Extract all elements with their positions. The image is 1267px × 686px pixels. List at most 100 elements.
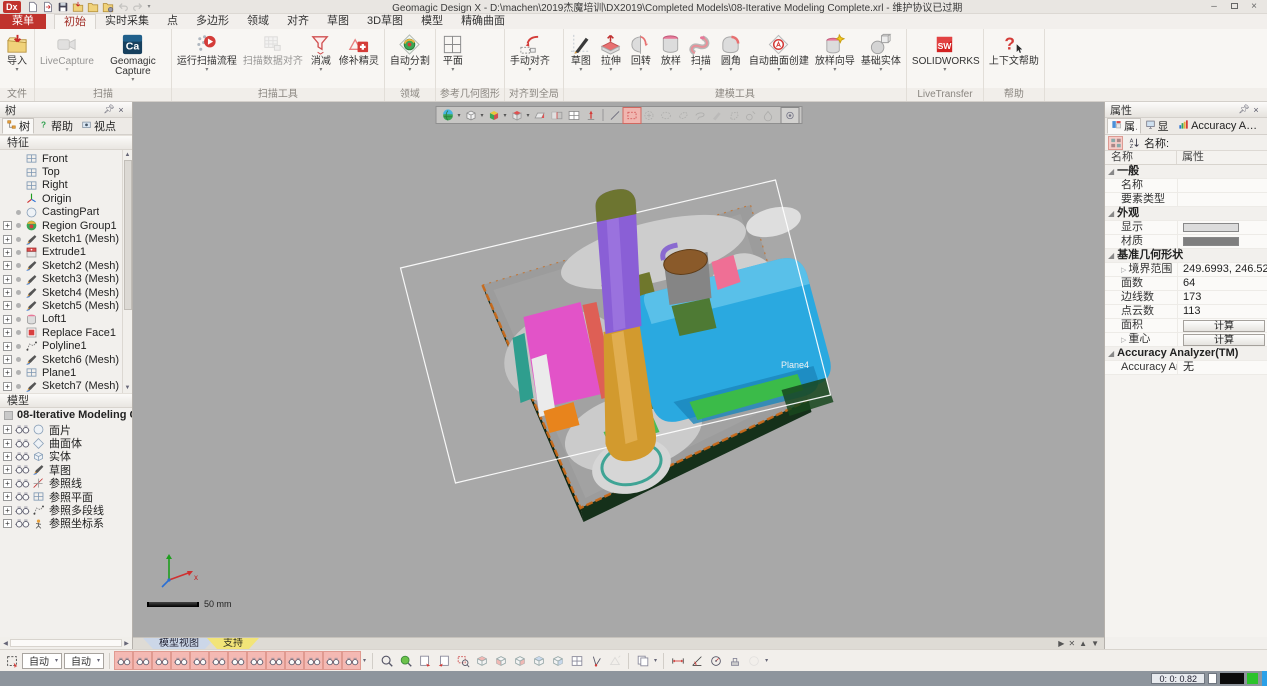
- next-tab-icon[interactable]: ▶: [1058, 638, 1064, 650]
- new-document-button[interactable]: [26, 0, 40, 13]
- expand-icon[interactable]: +: [3, 368, 12, 377]
- feature-tree-item[interactable]: +Polyline1: [2, 339, 122, 352]
- open-document-button[interactable]: [41, 0, 55, 13]
- measure-distance-button[interactable]: [669, 652, 686, 669]
- plane-annotation[interactable]: Plane4: [781, 360, 809, 370]
- toggle-boundary-button[interactable]: [191, 652, 208, 669]
- view-box-1-button[interactable]: [473, 652, 490, 669]
- ribbon-button-extrude[interactable]: 拉伸▾: [596, 31, 626, 88]
- toggle-dimension-button[interactable]: [343, 652, 360, 669]
- visibility-icon[interactable]: [15, 505, 30, 516]
- scroll-left-icon[interactable]: ◀: [1, 640, 10, 647]
- close-icon[interactable]: ×: [1250, 105, 1262, 115]
- feature-tree-item[interactable]: +Loft1: [2, 313, 122, 326]
- panel-tab-viewpoint-tab[interactable]: 视点: [77, 118, 120, 134]
- categorize-button[interactable]: [1108, 136, 1123, 150]
- view-box-4-button[interactable]: [530, 652, 547, 669]
- ribbon-button-manual-align[interactable]: 手动对齐▾: [507, 31, 553, 88]
- feature-tree-item[interactable]: Top: [2, 165, 122, 178]
- expand-down-icon[interactable]: ▼: [1091, 638, 1099, 650]
- ribbon-tab-7[interactable]: 3D草图: [358, 14, 412, 29]
- flood-select-button[interactable]: [759, 108, 776, 123]
- expand-icon[interactable]: +: [3, 492, 12, 501]
- visibility-icon[interactable]: [15, 451, 30, 462]
- property-section[interactable]: ◢基准几何形状: [1105, 249, 1267, 263]
- visibility-icon[interactable]: [15, 518, 30, 529]
- close-icon[interactable]: ×: [115, 105, 127, 115]
- model-root-item[interactable]: 08-Iterative Modeling Compl: [0, 408, 132, 422]
- toggle-body-button[interactable]: [115, 652, 132, 669]
- ellipse-select-button[interactable]: [657, 108, 674, 123]
- split-view-button[interactable]: [565, 108, 582, 123]
- pin-icon[interactable]: 📌︎: [103, 104, 115, 115]
- feature-tree-item[interactable]: +Sketch3 (Mesh): [2, 273, 122, 286]
- scroll-down-icon[interactable]: ▼: [125, 383, 131, 393]
- ribbon-button-auto-surface[interactable]: 自动曲面创建▾: [746, 31, 812, 88]
- viewport-3d[interactable]: ▾▾▾▾ Plane4 x 50 mm: [133, 102, 1104, 637]
- property-row[interactable]: 要素类型: [1105, 193, 1267, 207]
- feature-tree-item[interactable]: +Plane1: [2, 366, 122, 379]
- property-row[interactable]: ▷重心计算: [1105, 333, 1267, 347]
- model-tree-item[interactable]: +面片: [2, 423, 130, 436]
- toggle-sketch-button[interactable]: [229, 652, 246, 669]
- ribbon-button-ref-plane[interactable]: 平面▾: [438, 31, 468, 88]
- expand-icon[interactable]: +: [3, 452, 12, 461]
- expand-icon[interactable]: +: [3, 465, 12, 474]
- pan-view-button[interactable]: [606, 652, 623, 669]
- copy-screen-button[interactable]: [634, 652, 651, 669]
- ribbon-button-geomagic-capture[interactable]: CaGeomagic Capture▾: [97, 31, 169, 88]
- close-tab-icon[interactable]: ✕: [1068, 638, 1075, 650]
- model-tree-item[interactable]: +参照线: [2, 477, 130, 490]
- scroll-right-icon[interactable]: ▶: [122, 640, 131, 647]
- ribbon-tab-4[interactable]: 领域: [238, 14, 278, 29]
- measure-radius-button[interactable]: [707, 652, 724, 669]
- section-flip-a-button[interactable]: [531, 108, 548, 123]
- toggle-point-cloud-button[interactable]: [153, 652, 170, 669]
- ribbon-button-loft[interactable]: 放样▾: [656, 31, 686, 88]
- tree-scrollbar[interactable]: ▲ ▼: [122, 150, 132, 393]
- ribbon-button-solidworks[interactable]: SWSOLIDWORKS▾: [909, 31, 981, 88]
- zoom-area-button[interactable]: [454, 652, 471, 669]
- model-tree-item[interactable]: +参照多段线: [2, 503, 130, 516]
- view-cube-button[interactable]: [462, 108, 479, 123]
- expand-icon[interactable]: +: [3, 248, 12, 257]
- expand-icon[interactable]: +: [3, 328, 12, 337]
- sort-alpha-button[interactable]: AZ: [1126, 136, 1141, 150]
- freeform-select-button[interactable]: [674, 108, 691, 123]
- feature-tree-item[interactable]: Right: [2, 179, 122, 192]
- ribbon-button-loft-wizard[interactable]: 放样向导▾: [812, 31, 858, 88]
- measure-section-button[interactable]: [726, 652, 743, 669]
- camera-view-button[interactable]: [781, 108, 798, 123]
- sphere-view-button[interactable]: [745, 652, 762, 669]
- property-section[interactable]: ◢Accuracy Analyzer(TM): [1105, 347, 1267, 361]
- ribbon-button-import-folder[interactable]: 导入▾: [2, 31, 32, 88]
- expand-icon[interactable]: +: [3, 342, 12, 351]
- ribbon-button-sweep[interactable]: 扫描▾: [686, 31, 716, 88]
- view-tab-1[interactable]: 支持: [207, 638, 259, 649]
- scroll-thumb[interactable]: [124, 160, 132, 310]
- scroll-up-icon[interactable]: ▲: [125, 150, 131, 160]
- ribbon-button-decimate[interactable]: 消减▾: [306, 31, 336, 88]
- expand-icon[interactable]: +: [3, 221, 12, 230]
- rect-select-button[interactable]: [623, 108, 640, 123]
- undo-button[interactable]: [116, 0, 130, 13]
- color-swatch[interactable]: [1183, 237, 1239, 246]
- property-row[interactable]: 显示: [1105, 221, 1267, 235]
- property-row[interactable]: 面数64: [1105, 277, 1267, 291]
- model-tree-item[interactable]: +参照平面: [2, 490, 130, 503]
- expand-icon[interactable]: +: [3, 301, 12, 310]
- model-tree-item[interactable]: +实体: [2, 450, 130, 463]
- toggle-region-button[interactable]: [134, 652, 151, 669]
- page-next-button[interactable]: [435, 652, 452, 669]
- property-row[interactable]: 材质: [1105, 235, 1267, 249]
- expand-icon[interactable]: +: [3, 519, 12, 528]
- ribbon-button-revolve[interactable]: 回转▾: [626, 31, 656, 88]
- ribbon-tab-5[interactable]: 对齐: [278, 14, 318, 29]
- feature-tree-item[interactable]: +Replace Face1: [2, 326, 122, 339]
- view-split-button[interactable]: [568, 652, 585, 669]
- menu-button[interactable]: 菜单: [0, 14, 46, 29]
- column-name[interactable]: 名称: [1105, 151, 1177, 164]
- property-row[interactable]: 边线数173: [1105, 291, 1267, 305]
- face-cube-button[interactable]: [508, 108, 525, 123]
- ribbon-tab-8[interactable]: 模型: [412, 14, 452, 29]
